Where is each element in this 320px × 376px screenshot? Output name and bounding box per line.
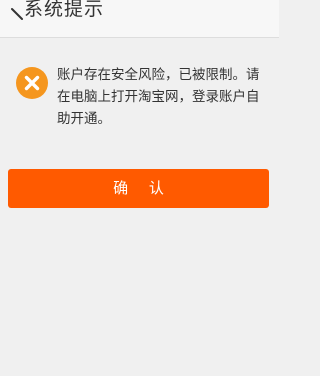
error-x-icon bbox=[16, 67, 48, 99]
page-title: 系统提示 bbox=[24, 0, 105, 20]
back-arrow-icon[interactable] bbox=[10, 6, 24, 20]
confirm-button[interactable]: 确 认 bbox=[8, 169, 269, 208]
top-bar: 系统提示 bbox=[0, 0, 279, 38]
message-text: 账户存在安全风险，已被限制。请在电脑上打开淘宝网，登录账户自助开通。 bbox=[57, 67, 260, 127]
message-panel: 账户存在安全风险，已被限制。请在电脑上打开淘宝网，登录账户自助开通。 bbox=[0, 38, 279, 158]
